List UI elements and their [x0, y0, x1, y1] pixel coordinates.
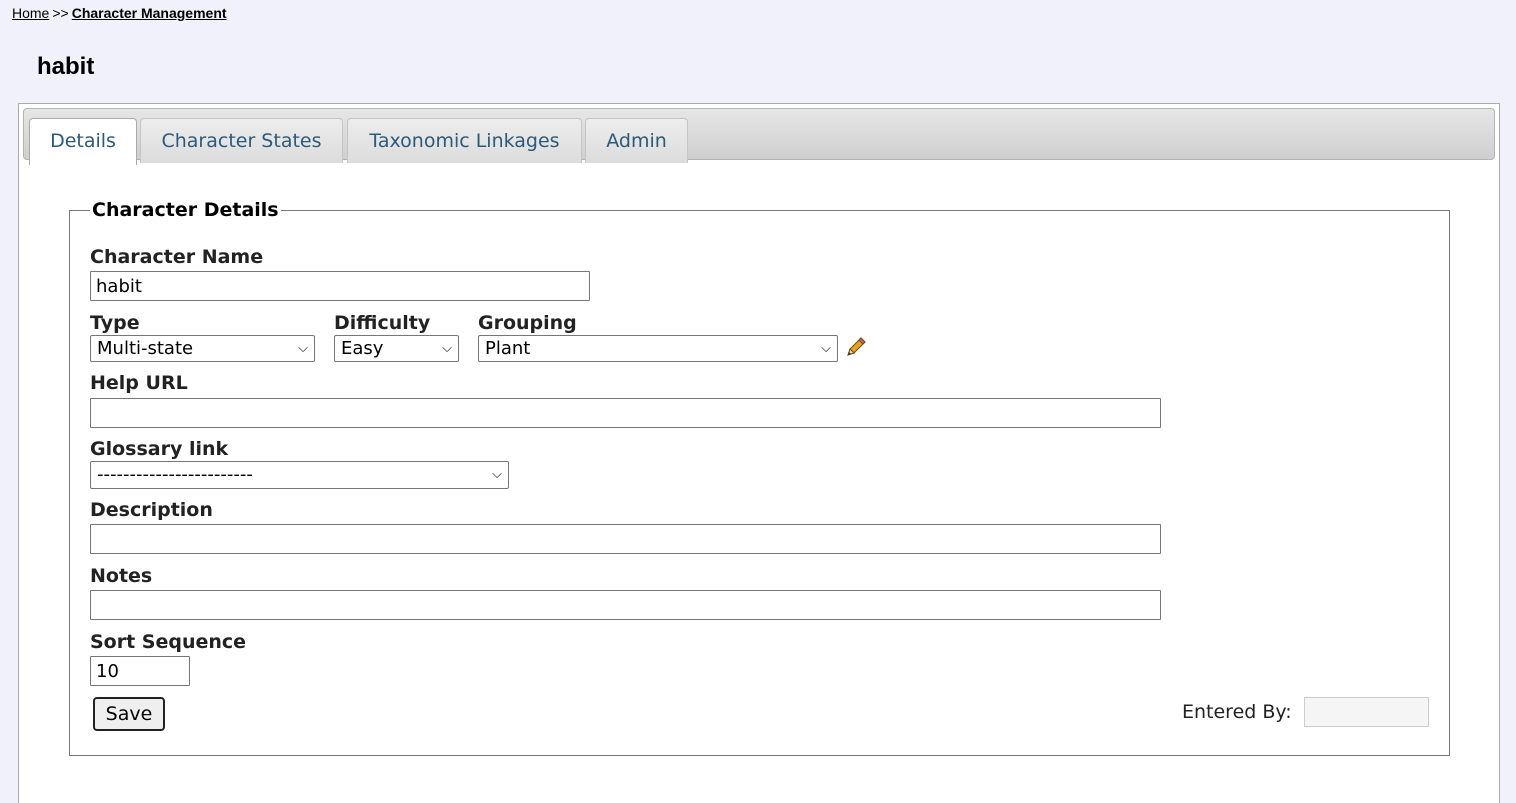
description-input[interactable] — [90, 524, 1161, 554]
grouping-select[interactable]: Plant ⌵ — [478, 335, 838, 362]
tab-admin[interactable]: Admin — [585, 118, 688, 163]
notes-label: Notes — [90, 565, 153, 587]
help-url-input[interactable] — [90, 398, 1161, 428]
glossary-link-select[interactable]: ------------------------ ⌵ — [90, 461, 509, 489]
difficulty-label: Difficulty — [334, 312, 431, 334]
breadcrumb-separator: >> — [52, 5, 69, 21]
chevron-down-icon: ⌵ — [298, 341, 308, 356]
chevron-down-icon: ⌵ — [492, 467, 502, 482]
sort-sequence-input[interactable] — [90, 656, 190, 686]
character-name-input[interactable] — [90, 271, 590, 301]
pencil-icon[interactable] — [844, 335, 868, 359]
chevron-down-icon: ⌵ — [442, 341, 452, 356]
entered-by-field — [1304, 697, 1429, 727]
tab-taxonomic-linkages[interactable]: Taxonomic Linkages — [347, 118, 582, 163]
glossary-link-label: Glossary link — [90, 438, 229, 460]
description-label: Description — [90, 499, 213, 521]
tab-bar: Details Character States Taxonomic Linka… — [23, 108, 1495, 165]
notes-input[interactable] — [90, 590, 1161, 620]
save-button[interactable]: Save — [93, 697, 165, 731]
fieldset-legend: Character Details — [92, 199, 279, 221]
breadcrumb: Home >> Character Management — [12, 5, 227, 21]
tab-details[interactable]: Details — [29, 118, 137, 165]
character-name-label: Character Name — [90, 246, 264, 268]
type-select-value: Multi-state — [97, 338, 194, 359]
sort-sequence-label: Sort Sequence — [90, 631, 247, 653]
type-select[interactable]: Multi-state ⌵ — [90, 335, 315, 362]
grouping-label: Grouping — [478, 312, 577, 334]
difficulty-select[interactable]: Easy ⌵ — [334, 335, 459, 362]
entered-by-label: Entered By: — [1182, 701, 1292, 723]
chevron-down-icon: ⌵ — [821, 341, 831, 356]
grouping-select-value: Plant — [485, 338, 531, 359]
difficulty-select-value: Easy — [341, 338, 384, 359]
tab-character-states[interactable]: Character States — [140, 118, 343, 163]
glossary-link-select-value: ------------------------ — [97, 464, 253, 485]
page-title: habit — [37, 53, 95, 80]
breadcrumb-current-link[interactable]: Character Management — [72, 5, 227, 21]
help-url-label: Help URL — [90, 372, 188, 394]
type-label: Type — [90, 312, 140, 334]
breadcrumb-home-link[interactable]: Home — [12, 5, 49, 21]
